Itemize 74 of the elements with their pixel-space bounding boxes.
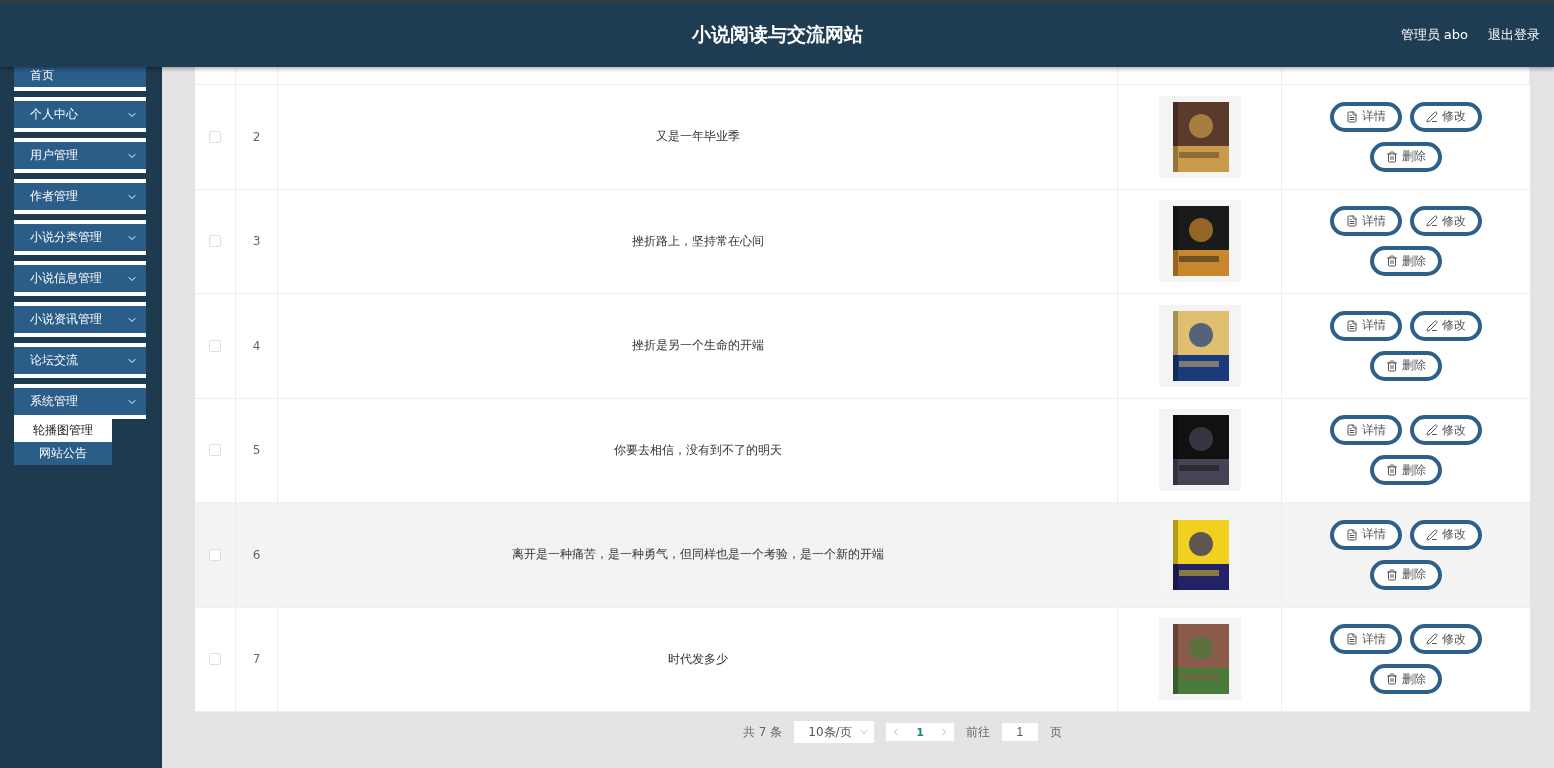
pen-icon bbox=[1426, 528, 1438, 541]
pen-icon bbox=[1426, 215, 1438, 228]
trash-icon bbox=[1386, 673, 1398, 686]
goto-label: 前往 bbox=[965, 723, 990, 741]
row-title: 时代发多少 bbox=[667, 650, 728, 668]
document-icon bbox=[1346, 319, 1358, 332]
details-button[interactable]: 详情 bbox=[1330, 101, 1402, 132]
edit-button[interactable]: 修改 bbox=[1410, 415, 1482, 446]
pen-icon bbox=[1426, 110, 1438, 123]
document-icon bbox=[1346, 633, 1358, 646]
row-index: 2 bbox=[252, 129, 261, 144]
trash-icon bbox=[1386, 150, 1398, 163]
delete-button[interactable]: 删除 bbox=[1370, 664, 1442, 695]
goto-page-field[interactable]: 1 bbox=[1001, 723, 1038, 741]
sidebar-item[interactable]: 首页 bbox=[14, 67, 146, 91]
document-icon bbox=[1346, 424, 1358, 437]
edit-button[interactable]: 修改 bbox=[1410, 519, 1482, 550]
submenu-item[interactable]: 轮播图管理 bbox=[14, 419, 112, 442]
trash-icon bbox=[1386, 568, 1398, 581]
row-title: 又是一年毕业季 bbox=[655, 128, 740, 146]
delete-button[interactable]: 删除 bbox=[1370, 350, 1442, 381]
trash-icon bbox=[1386, 255, 1398, 268]
pen-icon bbox=[1426, 633, 1438, 646]
edit-button[interactable]: 修改 bbox=[1410, 310, 1482, 341]
row-index: 6 bbox=[252, 547, 261, 562]
sidebar-item[interactable]: 论坛交流 bbox=[14, 343, 146, 378]
edit-button[interactable]: 修改 bbox=[1410, 624, 1482, 655]
pen-icon bbox=[1426, 319, 1438, 332]
row-checkbox[interactable] bbox=[209, 339, 221, 352]
details-button[interactable]: 详情 bbox=[1330, 519, 1402, 550]
edit-button[interactable]: 修改 bbox=[1410, 101, 1482, 132]
trash-icon bbox=[1386, 359, 1398, 372]
row-index: 5 bbox=[252, 443, 261, 458]
page-number[interactable]: 1 bbox=[916, 725, 924, 739]
sidebar-item[interactable]: 小说信息管理 bbox=[14, 261, 146, 296]
details-button[interactable]: 详情 bbox=[1330, 206, 1402, 237]
sidebar-item[interactable]: 小说资讯管理 bbox=[14, 302, 146, 337]
page-suffix: 页 bbox=[1049, 723, 1062, 741]
row-title: 离开是一种痛苦，是一种勇气，但同样也是一个考验，是一个新的开端 bbox=[511, 546, 884, 564]
details-button[interactable]: 详情 bbox=[1330, 310, 1402, 341]
row-title: 挫折是另一个生命的开端 bbox=[631, 337, 764, 355]
delete-button[interactable]: 删除 bbox=[1370, 559, 1442, 590]
logout-link[interactable]: 退出登录 bbox=[1488, 25, 1540, 44]
edit-button[interactable]: 修改 bbox=[1410, 206, 1482, 237]
total-count: 共 7 条 bbox=[743, 723, 783, 741]
row-index: 4 bbox=[252, 338, 261, 353]
details-button[interactable]: 详情 bbox=[1330, 624, 1402, 655]
document-icon bbox=[1346, 215, 1358, 228]
details-button[interactable]: 详情 bbox=[1330, 415, 1402, 446]
row-index: 3 bbox=[252, 234, 261, 249]
document-icon bbox=[1346, 528, 1358, 541]
trash-icon bbox=[1386, 464, 1398, 477]
submenu-item[interactable]: 网站公告 bbox=[14, 442, 112, 465]
delete-button[interactable]: 删除 bbox=[1370, 455, 1442, 486]
row-title: 挫折路上，坚持常在心间 bbox=[631, 232, 764, 250]
admin-user-link[interactable]: 管理员 abo bbox=[1400, 25, 1468, 44]
pen-icon bbox=[1426, 424, 1438, 437]
document-icon bbox=[1346, 110, 1358, 123]
sidebar-item[interactable]: 个人中心 bbox=[14, 97, 146, 132]
row-index: 7 bbox=[252, 652, 261, 667]
row-checkbox[interactable] bbox=[209, 653, 221, 666]
row-checkbox[interactable] bbox=[209, 130, 221, 143]
page-size-select[interactable]: 10条/页 bbox=[794, 721, 875, 743]
delete-button[interactable]: 删除 bbox=[1370, 141, 1442, 172]
row-checkbox[interactable] bbox=[209, 548, 221, 561]
sidebar-item[interactable]: 作者管理 bbox=[14, 179, 146, 214]
site-title: 小说阅读与交流网站 bbox=[691, 21, 863, 47]
row-checkbox[interactable] bbox=[209, 235, 221, 248]
row-checkbox[interactable] bbox=[209, 444, 221, 457]
row-title: 你要去相信，没有到不了的明天 bbox=[613, 441, 782, 459]
delete-button[interactable]: 删除 bbox=[1370, 246, 1442, 277]
sidebar-item[interactable]: 系统管理 bbox=[14, 384, 146, 419]
sidebar-item[interactable]: 小说分类管理 bbox=[14, 220, 146, 255]
sidebar-item[interactable]: 用户管理 bbox=[14, 138, 146, 173]
